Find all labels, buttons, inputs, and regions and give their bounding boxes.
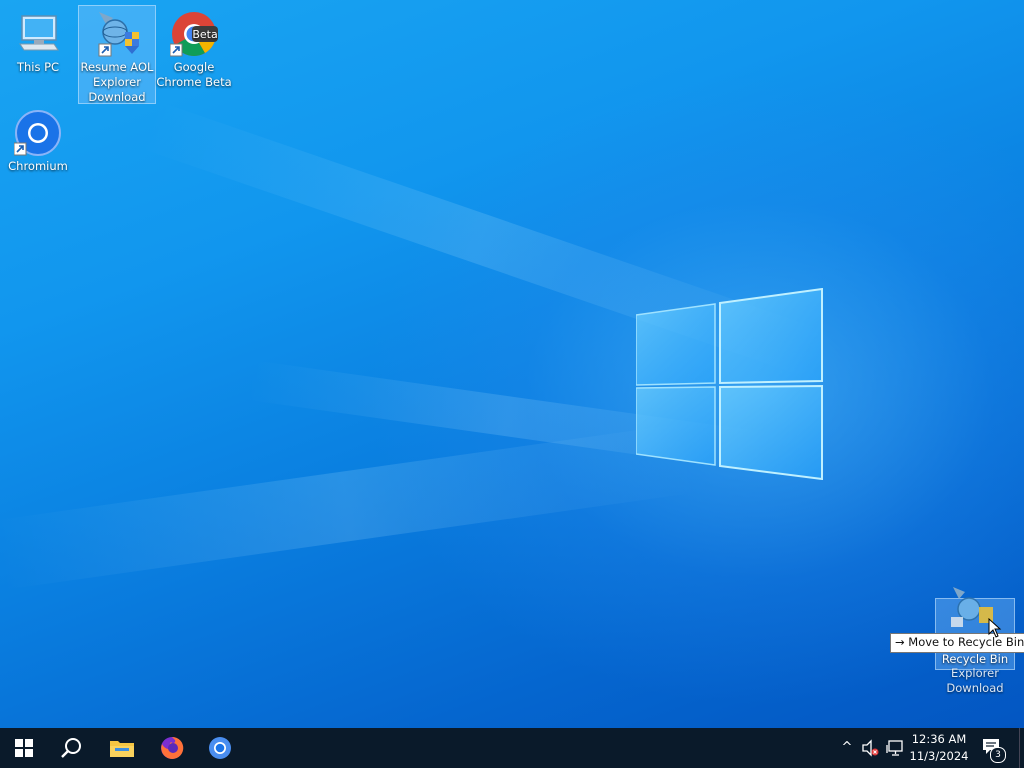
windows-logo — [636, 288, 823, 480]
file-explorer-icon — [110, 741, 134, 757]
clock-time: 12:36 AM — [911, 732, 967, 746]
search-icon — [61, 738, 81, 758]
chromium-icon — [13, 109, 62, 157]
clock-date: 11/3/2024 — [909, 749, 969, 763]
notification-center-button[interactable]: 3 — [980, 736, 1010, 763]
search-button[interactable] — [48, 728, 96, 768]
desktop-icon-label: Resume AOL Explorer Download — [80, 60, 154, 104]
taskbar-chromium[interactable] — [196, 728, 244, 768]
desktop[interactable]: This PC Resume AOL Explorer Download Bet… — [0, 0, 1024, 728]
show-desktop-button[interactable] — [1019, 728, 1024, 768]
network-icon[interactable] — [886, 739, 904, 757]
desktop-icon-label: Chromium — [8, 159, 68, 173]
this-pc-icon — [14, 10, 62, 58]
chrome-beta-icon: Beta — [169, 10, 218, 58]
desktop-icon-label: This PC — [16, 60, 60, 74]
arrow-right-icon: → — [895, 635, 905, 649]
recycle-bin-label: Recycle Bin — [941, 652, 1009, 666]
taskbar-file-explorer[interactable] — [98, 728, 146, 768]
drag-tooltip: → Move to Recycle Bin — [890, 633, 1024, 653]
notification-count-badge: 3 — [990, 747, 1006, 763]
desktop-icon-this-pc[interactable]: This PC — [0, 6, 76, 75]
dragged-item-label: Explorer Download — [946, 666, 1004, 695]
desktop-icon-chrome-beta[interactable]: Beta Google Chrome Beta — [156, 6, 232, 90]
mouse-cursor-icon — [988, 618, 1002, 638]
tray-overflow-button[interactable]: ^ — [838, 738, 856, 758]
start-button[interactable] — [0, 728, 48, 768]
chromium-icon — [209, 737, 231, 759]
taskbar: ^ 12:36 AM 11/3/2024 3 — [0, 728, 1024, 768]
desktop-icon-chromium[interactable]: Chromium — [0, 105, 76, 174]
chevron-up-icon: ^ — [841, 740, 853, 755]
drag-tooltip-text: Move to Recycle Bin — [908, 635, 1024, 649]
desktop-icon-aol-explorer[interactable]: Resume AOL Explorer Download — [78, 5, 156, 104]
start-icon — [15, 739, 33, 757]
clock[interactable]: 12:36 AM 11/3/2024 — [905, 731, 973, 765]
firefox-icon — [161, 736, 184, 759]
aol-explorer-icon — [93, 10, 141, 58]
desktop-icon-label: Google Chrome Beta — [156, 60, 232, 89]
beta-badge: Beta — [192, 28, 217, 41]
volume-muted-icon[interactable] — [861, 739, 879, 757]
taskbar-firefox[interactable] — [148, 728, 196, 768]
